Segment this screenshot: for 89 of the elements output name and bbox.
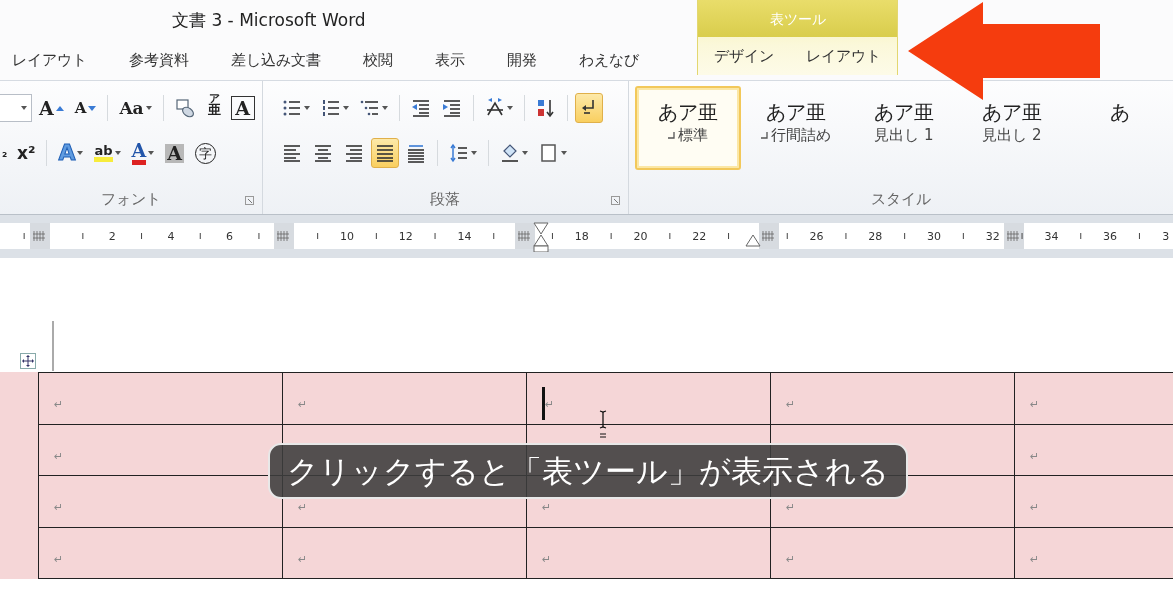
down-triangle-icon bbox=[88, 105, 97, 111]
window-title: 文書 3 - Microsoft Word bbox=[172, 10, 366, 30]
paragraph-mark: ↵ bbox=[542, 552, 552, 566]
paragraph-mark: ↵ bbox=[542, 501, 552, 515]
group-label: 段落 bbox=[429, 188, 462, 210]
font-size-field[interactable] bbox=[0, 94, 32, 122]
ruler-number: 12 bbox=[398, 229, 413, 245]
paragraph-mark: ↵ bbox=[298, 501, 308, 515]
ruler-number: 14 bbox=[457, 229, 472, 245]
ribbon-tab[interactable]: わえなび bbox=[558, 40, 660, 80]
align-left-icon bbox=[281, 143, 302, 163]
ruler-number: 26 bbox=[809, 229, 824, 245]
ruler-number: 2 bbox=[108, 229, 116, 245]
increase-indent-icon bbox=[441, 98, 462, 118]
paragraph-mark: ↵ bbox=[1030, 501, 1040, 515]
eraser-icon bbox=[174, 98, 195, 118]
style-gallery-item[interactable]: あア亜 見出し 1 bbox=[851, 86, 957, 170]
ruler-number: 4 bbox=[167, 229, 175, 245]
character-border-button[interactable]: A bbox=[230, 96, 255, 120]
paragraph-mark: ↵ bbox=[298, 398, 308, 412]
paragraph-mark: ↵ bbox=[786, 552, 796, 566]
ruler-number: 36 bbox=[1103, 229, 1118, 245]
justify-button[interactable] bbox=[370, 138, 399, 168]
text-layout-icon bbox=[484, 98, 505, 118]
ruler-number: 30 bbox=[927, 229, 941, 245]
decrease-indent-icon bbox=[410, 98, 431, 118]
paragraph-mark: ↵ bbox=[1030, 398, 1040, 412]
line-spacing-icon bbox=[448, 143, 469, 163]
dialog-launcher-icon[interactable] bbox=[611, 196, 620, 205]
style-gallery-item[interactable]: あ bbox=[1067, 86, 1173, 170]
paragraph-mark-button[interactable] bbox=[574, 93, 603, 123]
ruler-number: 22 bbox=[692, 229, 707, 245]
ruler-number: 18 bbox=[574, 229, 589, 245]
margin-mark bbox=[52, 321, 54, 371]
font-color-button[interactable]: A bbox=[127, 138, 159, 168]
ruby-button[interactable]: ア 亜 bbox=[201, 93, 228, 123]
bullet-list-icon bbox=[281, 98, 302, 118]
shrink-font-button[interactable]: A bbox=[70, 93, 101, 123]
caption-toast: クリックすると「表ツール」が表示される bbox=[268, 443, 908, 499]
grow-font-button[interactable]: A bbox=[35, 93, 68, 123]
sort-icon bbox=[535, 98, 556, 118]
ruler-number: 34 bbox=[1044, 229, 1059, 245]
ruler-number: 10 bbox=[340, 229, 354, 245]
paragraph-mark: ↵ bbox=[786, 501, 796, 515]
ribbon-tab[interactable]: 開発 bbox=[486, 40, 558, 80]
style-gallery-item[interactable]: あア亜 標準 bbox=[635, 86, 741, 170]
page-border-icon bbox=[538, 143, 559, 163]
group-label: フォント bbox=[99, 188, 162, 210]
ribbon-tab[interactable]: 参考資料 bbox=[108, 40, 210, 80]
paint-bucket-icon bbox=[499, 143, 520, 163]
paragraph-mark: ↵ bbox=[54, 552, 64, 566]
group-label: スタイル bbox=[870, 188, 932, 210]
contextual-tab-label: 表ツール bbox=[698, 0, 897, 37]
ribbon-tab[interactable]: レイアウト bbox=[0, 40, 108, 80]
ribbon-tab[interactable]: デザイン bbox=[698, 36, 790, 75]
ruler-number: 6 bbox=[226, 229, 234, 245]
change-case-button[interactable]: Aa bbox=[115, 93, 156, 123]
numbered-list-icon bbox=[320, 98, 341, 118]
ruler-number: 3 bbox=[1162, 229, 1170, 245]
paragraph-mark: ↵ bbox=[54, 501, 64, 515]
justify-icon bbox=[374, 143, 395, 163]
ruler-number: 28 bbox=[868, 229, 883, 245]
character-shading-button[interactable]: A bbox=[161, 138, 189, 168]
multilevel-list-icon bbox=[359, 98, 380, 118]
align-right-icon bbox=[343, 143, 364, 163]
paragraph-mark: ↵ bbox=[54, 449, 64, 463]
ribbon-tab[interactable]: 校閲 bbox=[342, 40, 414, 80]
table-move-handle-icon[interactable] bbox=[20, 353, 36, 369]
style-gallery-item[interactable]: あア亜 行間詰め bbox=[743, 86, 849, 170]
ribbon-tab[interactable]: 表示 bbox=[414, 40, 486, 80]
paragraph-mark: ↵ bbox=[298, 552, 308, 566]
up-triangle-icon bbox=[55, 105, 64, 111]
distribute-icon bbox=[405, 143, 426, 163]
paragraph-mark: ↵ bbox=[1030, 449, 1040, 463]
paragraph-mark: ↵ bbox=[545, 397, 555, 411]
style-gallery-item[interactable]: あア亜 見出し 2 bbox=[959, 86, 1065, 170]
highlight-button[interactable]: ab bbox=[90, 138, 125, 168]
ruler-number: 32 bbox=[985, 229, 1000, 245]
align-center-icon bbox=[312, 143, 333, 163]
paragraph-mark: ↵ bbox=[786, 398, 796, 412]
superscript-button[interactable]: x² bbox=[13, 138, 40, 168]
paragraph-mark: ↵ bbox=[1030, 552, 1040, 566]
ruler-number: 20 bbox=[633, 229, 648, 245]
paragraph-mark: ↵ bbox=[54, 398, 64, 412]
subscript-button[interactable]: ₂ bbox=[0, 138, 10, 168]
ribbon-tab[interactable]: 差し込み文書 bbox=[210, 40, 342, 80]
ibeam-pointer-icon bbox=[599, 410, 607, 438]
ribbon-tab[interactable]: レイアウト bbox=[790, 36, 897, 75]
dialog-launcher-icon[interactable] bbox=[244, 196, 254, 205]
